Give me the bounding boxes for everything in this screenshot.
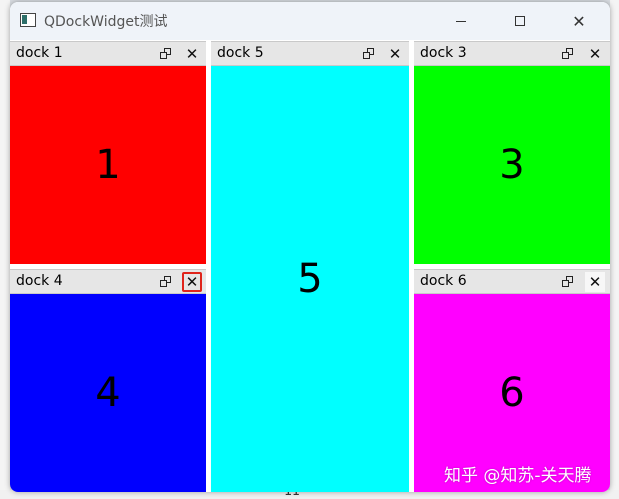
float-restore-icon[interactable] <box>160 48 172 60</box>
close-icon[interactable]: ✕ <box>585 44 605 64</box>
dock-title: dock 6 <box>420 273 467 289</box>
dock-widget-6: dock 6 ✕ 6 <box>414 269 610 492</box>
dock-title: dock 1 <box>16 45 63 61</box>
app-icon <box>20 13 36 27</box>
dock-content: 1 <box>10 66 206 264</box>
dock-title-bar[interactable]: dock 6 ✕ <box>414 269 610 294</box>
float-restore-icon[interactable] <box>562 48 574 60</box>
minimize-button[interactable] <box>438 2 484 40</box>
minimize-icon <box>456 20 466 22</box>
main-window: QDockWidget测试 ✕ dock 1 ✕ 1 dock 5 ✕ 5 do… <box>10 2 610 492</box>
close-icon[interactable]: ✕ <box>585 272 605 292</box>
background-left-strip <box>0 0 10 499</box>
dock-title-bar[interactable]: dock 5 ✕ <box>211 41 409 66</box>
dock-title: dock 3 <box>420 45 467 61</box>
float-restore-icon[interactable] <box>562 276 574 288</box>
dock-widget-4: dock 4 ✕ 4 <box>10 269 206 492</box>
float-restore-icon[interactable] <box>160 276 172 288</box>
dock-content: 5 <box>211 66 409 492</box>
dock-title-bar[interactable]: dock 1 ✕ <box>10 41 206 66</box>
maximize-button[interactable] <box>497 2 543 40</box>
window-title: QDockWidget测试 <box>44 14 168 30</box>
float-restore-icon[interactable] <box>363 48 375 60</box>
close-icon[interactable]: ✕ <box>385 44 405 64</box>
close-icon[interactable]: ✕ <box>182 44 202 64</box>
dock-title: dock 4 <box>16 273 63 289</box>
close-window-button[interactable]: ✕ <box>556 2 602 40</box>
dock-content: 4 <box>10 294 206 492</box>
dock-title: dock 5 <box>217 45 264 61</box>
maximize-icon <box>515 16 525 26</box>
close-icon[interactable]: ✕ <box>182 272 202 292</box>
close-icon: ✕ <box>572 11 586 31</box>
dock-widget-3: dock 3 ✕ 3 <box>414 41 610 264</box>
watermark: 知乎 @知苏-关天腾 <box>444 466 592 486</box>
background-right-strip <box>610 0 619 499</box>
dock-title-bar[interactable]: dock 3 ✕ <box>414 41 610 66</box>
title-bar[interactable]: QDockWidget测试 ✕ <box>10 2 610 40</box>
dock-widget-5: dock 5 ✕ 5 <box>211 41 409 492</box>
dock-widget-1: dock 1 ✕ 1 <box>10 41 206 264</box>
dock-content: 3 <box>414 66 610 264</box>
dock-title-bar[interactable]: dock 4 ✕ <box>10 269 206 294</box>
